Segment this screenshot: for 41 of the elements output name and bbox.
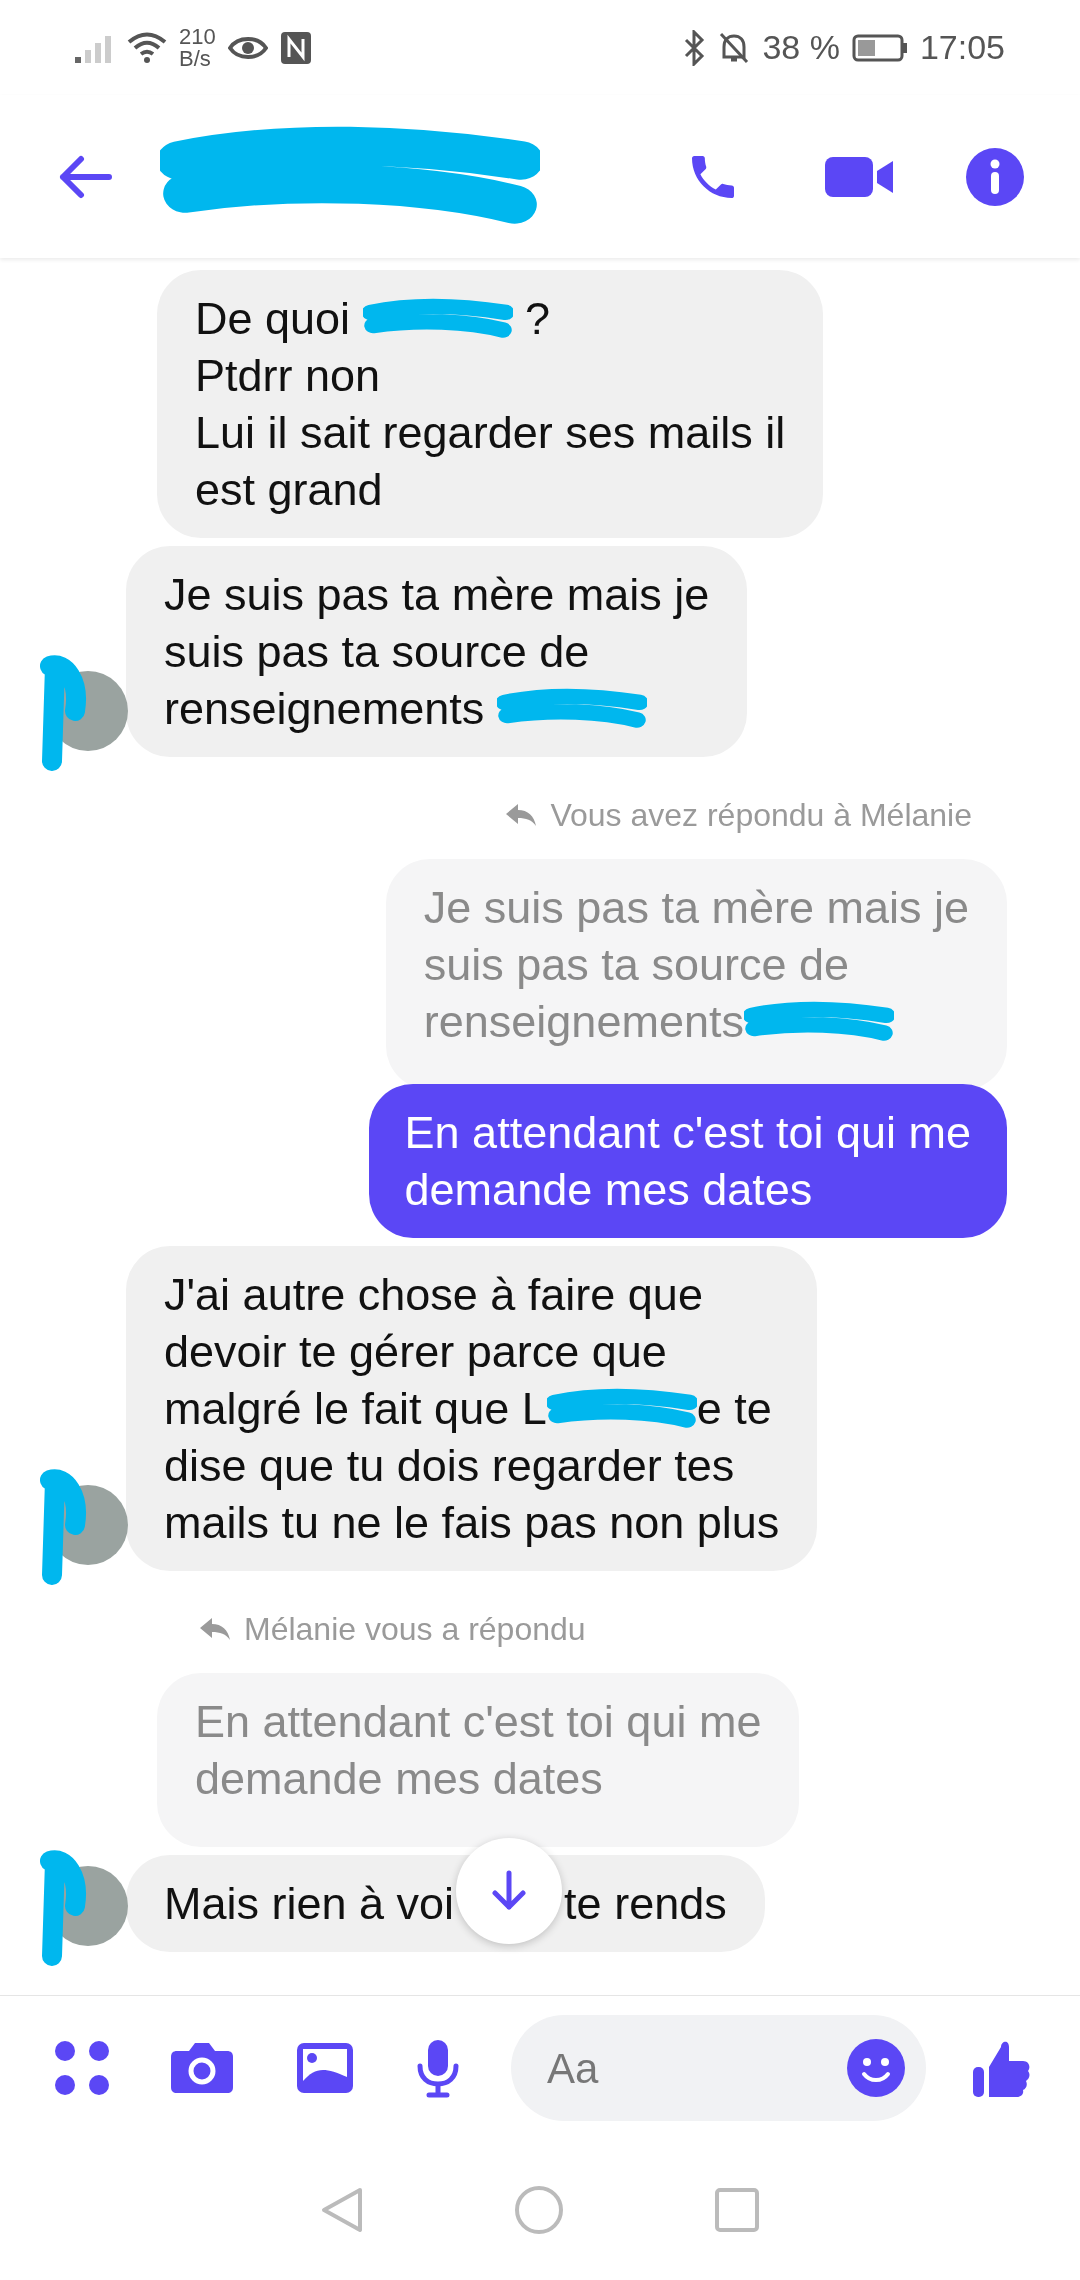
battery-percent: 38 % bbox=[762, 27, 840, 68]
message-text: renseignements bbox=[423, 995, 744, 1049]
message-text: e te bbox=[696, 1382, 772, 1436]
message-text: demande mes dates bbox=[195, 1752, 603, 1806]
message-field[interactable]: Aa bbox=[547, 2036, 846, 2100]
message-text: Je suis pas ta mère mais je bbox=[423, 881, 969, 935]
message-text: Lui il sait regarder ses mails il bbox=[195, 406, 786, 460]
message-text: malgré le fait que L bbox=[164, 1382, 547, 1436]
message-text: ? bbox=[524, 292, 551, 346]
message-text: suis pas ta source de bbox=[423, 938, 850, 992]
scroll-down-button[interactable] bbox=[456, 1837, 563, 1944]
message-text: renseignements bbox=[164, 682, 486, 736]
message-text: J'ai autre chose à faire que bbox=[164, 1268, 703, 1322]
info-button[interactable] bbox=[965, 146, 1025, 207]
message-text: En attendant c'est toi qui me bbox=[404, 1106, 971, 1160]
muted-bell-icon bbox=[718, 30, 751, 65]
message-text: te rends bbox=[564, 1877, 727, 1931]
message-text: est grand bbox=[195, 463, 383, 517]
network-speed: 210 bbox=[179, 25, 216, 48]
apps-button[interactable] bbox=[55, 2038, 109, 2098]
message-input[interactable]: Aa bbox=[511, 2015, 926, 2121]
reply-note: Vous avez répondu à Mélanie bbox=[550, 796, 972, 835]
message-text: En attendant c'est toi qui me bbox=[195, 1695, 762, 1749]
message-text: suis pas ta source de bbox=[164, 625, 590, 679]
message-text: Mais rien à voi bbox=[164, 1877, 455, 1931]
bluetooth-icon bbox=[682, 29, 707, 66]
message-text: mails tu ne le fais pas non plus bbox=[164, 1496, 780, 1550]
network-unit: B/s bbox=[179, 47, 212, 70]
message-text: Ptdrr non bbox=[195, 349, 381, 403]
wifi-icon bbox=[127, 31, 167, 64]
battery-icon bbox=[851, 32, 908, 63]
clock: 17:05 bbox=[919, 27, 1005, 68]
message-text: De quoi bbox=[195, 292, 352, 346]
message-text: Je suis pas ta mère mais je bbox=[164, 568, 710, 622]
nfc-icon bbox=[279, 30, 312, 65]
emoji-icon[interactable] bbox=[846, 2038, 906, 2098]
reply-note: Mélanie vous a répondu bbox=[244, 1610, 586, 1649]
message-text: devoir te gérer parce que bbox=[164, 1325, 667, 1379]
message-text: demande mes dates bbox=[404, 1163, 813, 1217]
message-text: dise que tu dois regarder tes bbox=[164, 1439, 735, 1493]
microphone-button[interactable] bbox=[415, 2038, 461, 2098]
